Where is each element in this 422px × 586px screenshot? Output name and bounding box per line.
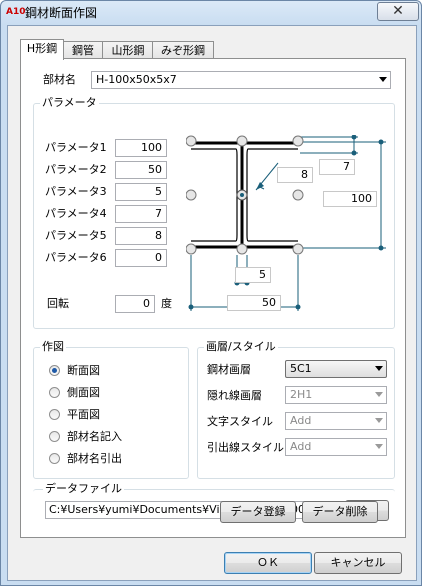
rotation-unit: 度 — [161, 297, 172, 310]
parameters-group-title: パラメータ — [40, 96, 99, 110]
member-name-value: H-100x50x5x7 — [96, 73, 177, 86]
dim-t1-value: 5 — [235, 267, 271, 283]
data-file-group-title: データファイル — [43, 482, 124, 496]
dim-t2-value: 7 — [319, 159, 355, 175]
radio-section-view[interactable] — [49, 365, 60, 376]
text-style-value: Add — [290, 414, 312, 427]
app-icon: A10 — [6, 7, 26, 17]
text-style-label: 文字スタイル — [207, 415, 273, 428]
param6-input[interactable]: 0 — [115, 249, 167, 267]
hidden-layer-value: 2H1 — [290, 388, 313, 401]
radio-plan-view[interactable] — [49, 409, 60, 420]
leader-style-select[interactable]: Add — [285, 438, 387, 456]
title-bar[interactable]: A10 鋼材断面作図 ✕ — [1, 1, 421, 25]
dim-r-value: 8 — [277, 167, 313, 183]
steel-layer-value: 5C1 — [290, 362, 312, 375]
drawing-group-title: 作図 — [40, 340, 66, 354]
tab-h-beam[interactable]: H形鋼 — [20, 39, 64, 60]
chevron-down-icon — [375, 392, 383, 397]
param3-label: パラメータ3 — [45, 185, 107, 198]
param4-label: パラメータ4 — [45, 207, 107, 220]
chevron-down-icon — [379, 77, 387, 82]
param4-input[interactable]: 7 — [115, 205, 167, 223]
text-style-select[interactable]: Add — [285, 412, 387, 430]
side-view-label: 側面図 — [67, 386, 100, 399]
param6-label: パラメータ6 — [45, 251, 107, 264]
tab-steel-pipe[interactable]: 鋼管 — [62, 41, 104, 59]
rotation-input[interactable]: 0 — [115, 295, 155, 313]
close-button[interactable]: ✕ — [377, 2, 419, 21]
leader-style-label: 引出線スタイル — [207, 441, 284, 454]
data-delete-button[interactable]: データ削除 — [302, 501, 378, 523]
member-name-leader-label: 部材名引出 — [67, 452, 122, 465]
dim-width-value: 50 — [227, 295, 281, 311]
hidden-layer-label: 隠れ線画層 — [207, 389, 262, 402]
cancel-button[interactable]: キャンセル — [314, 552, 402, 574]
section-view-label: 断面図 — [67, 364, 100, 377]
param3-input[interactable]: 5 — [115, 183, 167, 201]
param5-label: パラメータ5 — [45, 229, 107, 242]
ok-button[interactable]: ＯＫ — [224, 552, 312, 574]
steel-layer-label: 鋼材画層 — [207, 363, 251, 376]
chevron-down-icon — [375, 444, 383, 449]
dialog-client: H形鋼 鋼管 山形鋼 みぞ形鋼 部材名 H-100x50x5x7 パラメータ パ… — [7, 25, 417, 581]
param2-input[interactable]: 50 — [115, 161, 167, 179]
member-name-select[interactable]: H-100x50x5x7 — [91, 71, 391, 89]
hidden-layer-select[interactable]: 2H1 — [285, 386, 387, 404]
dialog-window: A10 鋼材断面作図 ✕ H形鋼 鋼管 山形鋼 みぞ形鋼 部材名 H-100x5… — [0, 0, 422, 586]
plan-view-label: 平面図 — [67, 408, 100, 421]
data-file-path-input[interactable]: C:¥Users¥yumi¥Documents¥Visual Studio 20… — [45, 501, 341, 519]
tab-panel-h-beam: 部材名 H-100x50x5x7 パラメータ パラメータ1 100 パラメータ2… — [20, 58, 406, 538]
h-beam-diagram — [186, 135, 386, 311]
radio-member-name-entry[interactable] — [49, 431, 60, 442]
dim-height-value: 100 — [323, 191, 377, 207]
leader-style-value: Add — [290, 440, 312, 453]
layer-style-group-title: 画層/スタイル — [204, 340, 278, 354]
chevron-down-icon — [375, 418, 383, 423]
param1-label: パラメータ1 — [45, 141, 107, 154]
member-name-entry-label: 部材名記入 — [67, 430, 122, 443]
param1-input[interactable]: 100 — [115, 139, 167, 157]
chevron-down-icon — [375, 366, 383, 371]
steel-layer-select[interactable]: 5C1 — [285, 360, 387, 378]
param2-label: パラメータ2 — [45, 163, 107, 176]
tab-angle[interactable]: 山形鋼 — [102, 41, 154, 59]
data-register-button[interactable]: データ登録 — [220, 501, 296, 523]
window-title: 鋼材断面作図 — [25, 6, 98, 20]
radio-side-view[interactable] — [49, 387, 60, 398]
radio-member-name-leader[interactable] — [49, 453, 60, 464]
member-name-label: 部材名 — [43, 73, 76, 86]
param5-input[interactable]: 8 — [115, 227, 167, 245]
tab-channel[interactable]: みぞ形鋼 — [152, 41, 214, 59]
rotation-label: 回転 — [47, 297, 69, 310]
